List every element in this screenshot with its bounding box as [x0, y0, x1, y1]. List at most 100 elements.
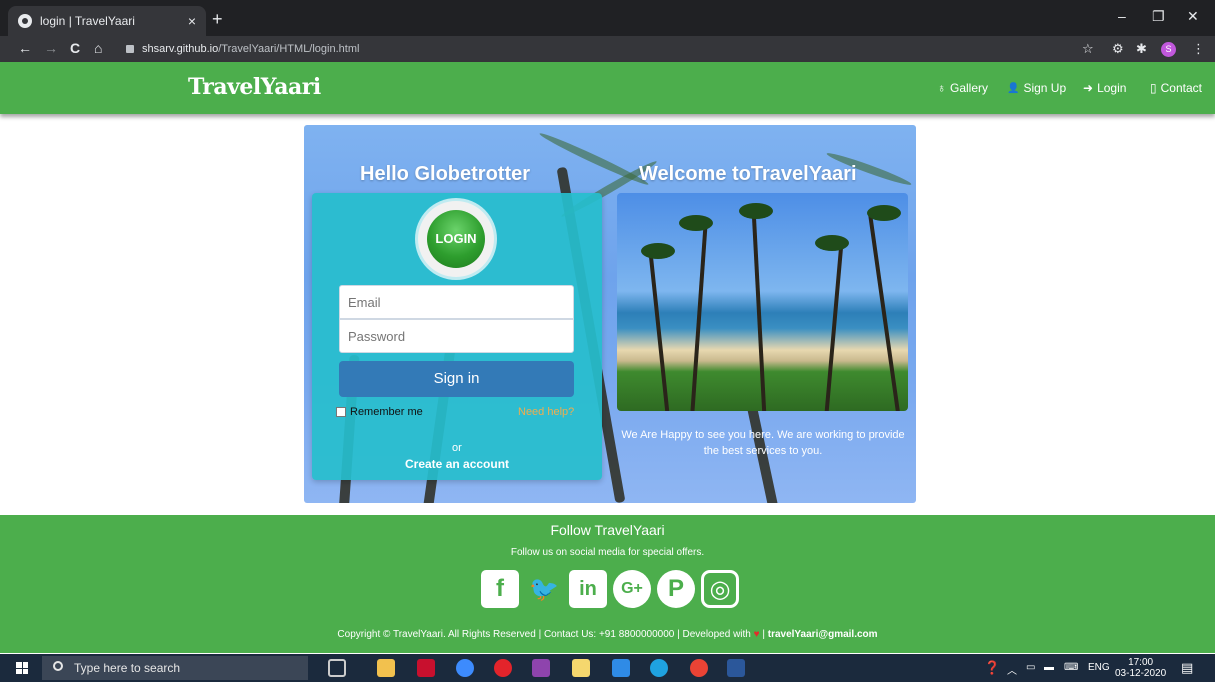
tab-title: login | TravelYaari: [40, 14, 135, 28]
star-icon[interactable]: ☆: [1082, 41, 1094, 57]
dropbox-icon[interactable]: [456, 659, 474, 677]
notification-icon[interactable]: ▤: [1181, 660, 1193, 676]
palm-trunk: [648, 253, 670, 411]
heart-icon: ♥: [753, 629, 760, 640]
profile-avatar[interactable]: S: [1161, 42, 1176, 57]
store-icon[interactable]: [572, 659, 590, 677]
remember-me[interactable]: Remember me: [336, 406, 423, 418]
edge-icon[interactable]: [650, 659, 668, 677]
nav-gallery[interactable]: ♁ Gallery: [937, 81, 988, 95]
nav-login[interactable]: ➜ Login: [1083, 81, 1126, 95]
login-icon: ➜: [1083, 81, 1094, 95]
facebook-icon[interactable]: f: [481, 570, 519, 608]
palm-crown: [867, 205, 901, 221]
welcome-heading: Welcome toTravelYaari: [639, 163, 857, 185]
browser-tab[interactable]: login | TravelYaari ×: [8, 6, 206, 36]
or-divider: or: [452, 442, 462, 454]
password-field[interactable]: [339, 319, 574, 353]
create-account-link[interactable]: Create an account: [405, 457, 509, 471]
new-tab-button[interactable]: +: [212, 9, 223, 30]
task-view-icon[interactable]: [328, 659, 346, 677]
beach-image: [617, 193, 908, 411]
maximize-button[interactable]: ❐: [1152, 8, 1165, 25]
netflix-icon[interactable]: [417, 659, 435, 677]
palm-crown: [739, 203, 773, 219]
puzzle-icon[interactable]: ✱: [1136, 41, 1147, 57]
need-help-link[interactable]: Need help?: [518, 406, 574, 418]
forward-button[interactable]: →: [44, 40, 58, 56]
clock-date: 03-12-2020: [1115, 668, 1167, 679]
browser-tab-strip: login | TravelYaari × + – ❐ ✕: [0, 0, 1215, 36]
site-header: TravelYaari ♁ Gallery 👤 Sign Up ➜ Login …: [0, 62, 1215, 114]
close-window-button[interactable]: ✕: [1187, 8, 1199, 25]
chrome-icon[interactable]: [690, 659, 708, 677]
user-icon: 👤: [1007, 82, 1020, 94]
back-button[interactable]: ←: [18, 40, 32, 56]
nav-signup[interactable]: 👤 Sign Up: [1007, 81, 1066, 95]
remember-label: Remember me: [350, 406, 423, 418]
file-explorer-icon[interactable]: [377, 659, 395, 677]
palm-crown: [815, 235, 849, 251]
copyright-line: Copyright © TravelYaari. All Rights Rese…: [0, 629, 1215, 640]
twitter-icon[interactable]: 🐦: [525, 570, 563, 608]
palm-trunk: [824, 243, 844, 411]
remember-checkbox[interactable]: [336, 407, 346, 417]
onenote-icon[interactable]: [532, 659, 550, 677]
phone-icon: ▯: [1150, 81, 1157, 95]
welcome-message: We Are Happy to see you here. We are wor…: [621, 429, 905, 457]
google-plus-icon[interactable]: G+: [613, 570, 651, 608]
palm-trunk: [690, 223, 708, 411]
taskbar-search[interactable]: Type here to search: [42, 656, 308, 680]
palm-crown: [679, 215, 713, 231]
footer-title: Follow TravelYaari: [550, 522, 665, 538]
login-heading: Hello Globetrotter: [360, 163, 531, 185]
url-path: /TravelYaari/HTML/login.html: [218, 43, 360, 55]
gallery-icon: ♁: [937, 81, 946, 95]
instagram-icon[interactable]: ◎: [701, 570, 739, 608]
system-clock[interactable]: 17:00 03-12-2020: [1115, 657, 1166, 679]
palm-trunk: [868, 213, 900, 411]
pinterest-icon[interactable]: P: [657, 570, 695, 608]
battery-icon[interactable]: ▬: [1044, 662, 1054, 673]
copyright-text: Copyright © TravelYaari. All Rights Rese…: [337, 629, 751, 640]
search-icon: [53, 661, 63, 671]
footer-subtitle: Follow us on social media for special of…: [510, 547, 705, 558]
palm-crown: [641, 243, 675, 259]
signin-button[interactable]: Sign in: [339, 361, 574, 397]
lock-icon: [126, 45, 134, 53]
taskbar-search-placeholder: Type here to search: [74, 661, 181, 675]
copyright-separator: |: [762, 629, 765, 640]
mail-icon[interactable]: [612, 659, 630, 677]
url-host: shsarv.github.io: [142, 43, 219, 55]
os-taskbar: Type here to search ❓ ︿ ▭ ▬ ⌨ ENG 17:00 …: [0, 654, 1215, 682]
tab-close-button[interactable]: ×: [188, 13, 196, 29]
clock-time: 17:00: [1128, 657, 1154, 668]
extension-icon[interactable]: ⚙: [1112, 41, 1124, 57]
word-icon[interactable]: [727, 659, 745, 677]
linkedin-icon[interactable]: in: [569, 570, 607, 608]
url-field[interactable]: shsarv.github.io /TravelYaari/HTML/login…: [118, 39, 1078, 59]
social-links: f 🐦 in G+ P ◎: [481, 570, 739, 608]
palm-trunk: [751, 213, 767, 411]
nav-label: Contact: [1160, 81, 1202, 95]
nav-label: Sign Up: [1023, 81, 1067, 95]
address-bar-row: ← → C ⌂ shsarv.github.io /TravelYaari/HT…: [0, 36, 1215, 62]
keyboard-icon[interactable]: ⌨: [1064, 662, 1078, 673]
home-button[interactable]: ⌂: [94, 40, 102, 56]
login-badge-label: LOGIN: [427, 210, 485, 268]
contact-email[interactable]: travelYaari@gmail.com: [768, 629, 878, 640]
site-footer: Follow TravelYaari Follow us on social m…: [0, 515, 1215, 653]
chevron-up-icon[interactable]: ︿: [1007, 662, 1017, 677]
language-indicator[interactable]: ENG: [1088, 662, 1110, 673]
help-icon[interactable]: ❓: [984, 660, 1000, 676]
minimize-button[interactable]: –: [1118, 8, 1126, 24]
reload-button[interactable]: C: [70, 40, 80, 56]
brand-logo[interactable]: TravelYaari: [188, 74, 321, 100]
menu-icon[interactable]: ⋮: [1192, 41, 1205, 57]
login-badge: LOGIN: [418, 201, 494, 277]
network-icon[interactable]: ▭: [1026, 662, 1035, 673]
nav-contact[interactable]: ▯ Contact: [1150, 81, 1202, 95]
opera-icon[interactable]: [494, 659, 512, 677]
windows-start-icon[interactable]: [16, 662, 28, 674]
email-field[interactable]: [339, 285, 574, 319]
